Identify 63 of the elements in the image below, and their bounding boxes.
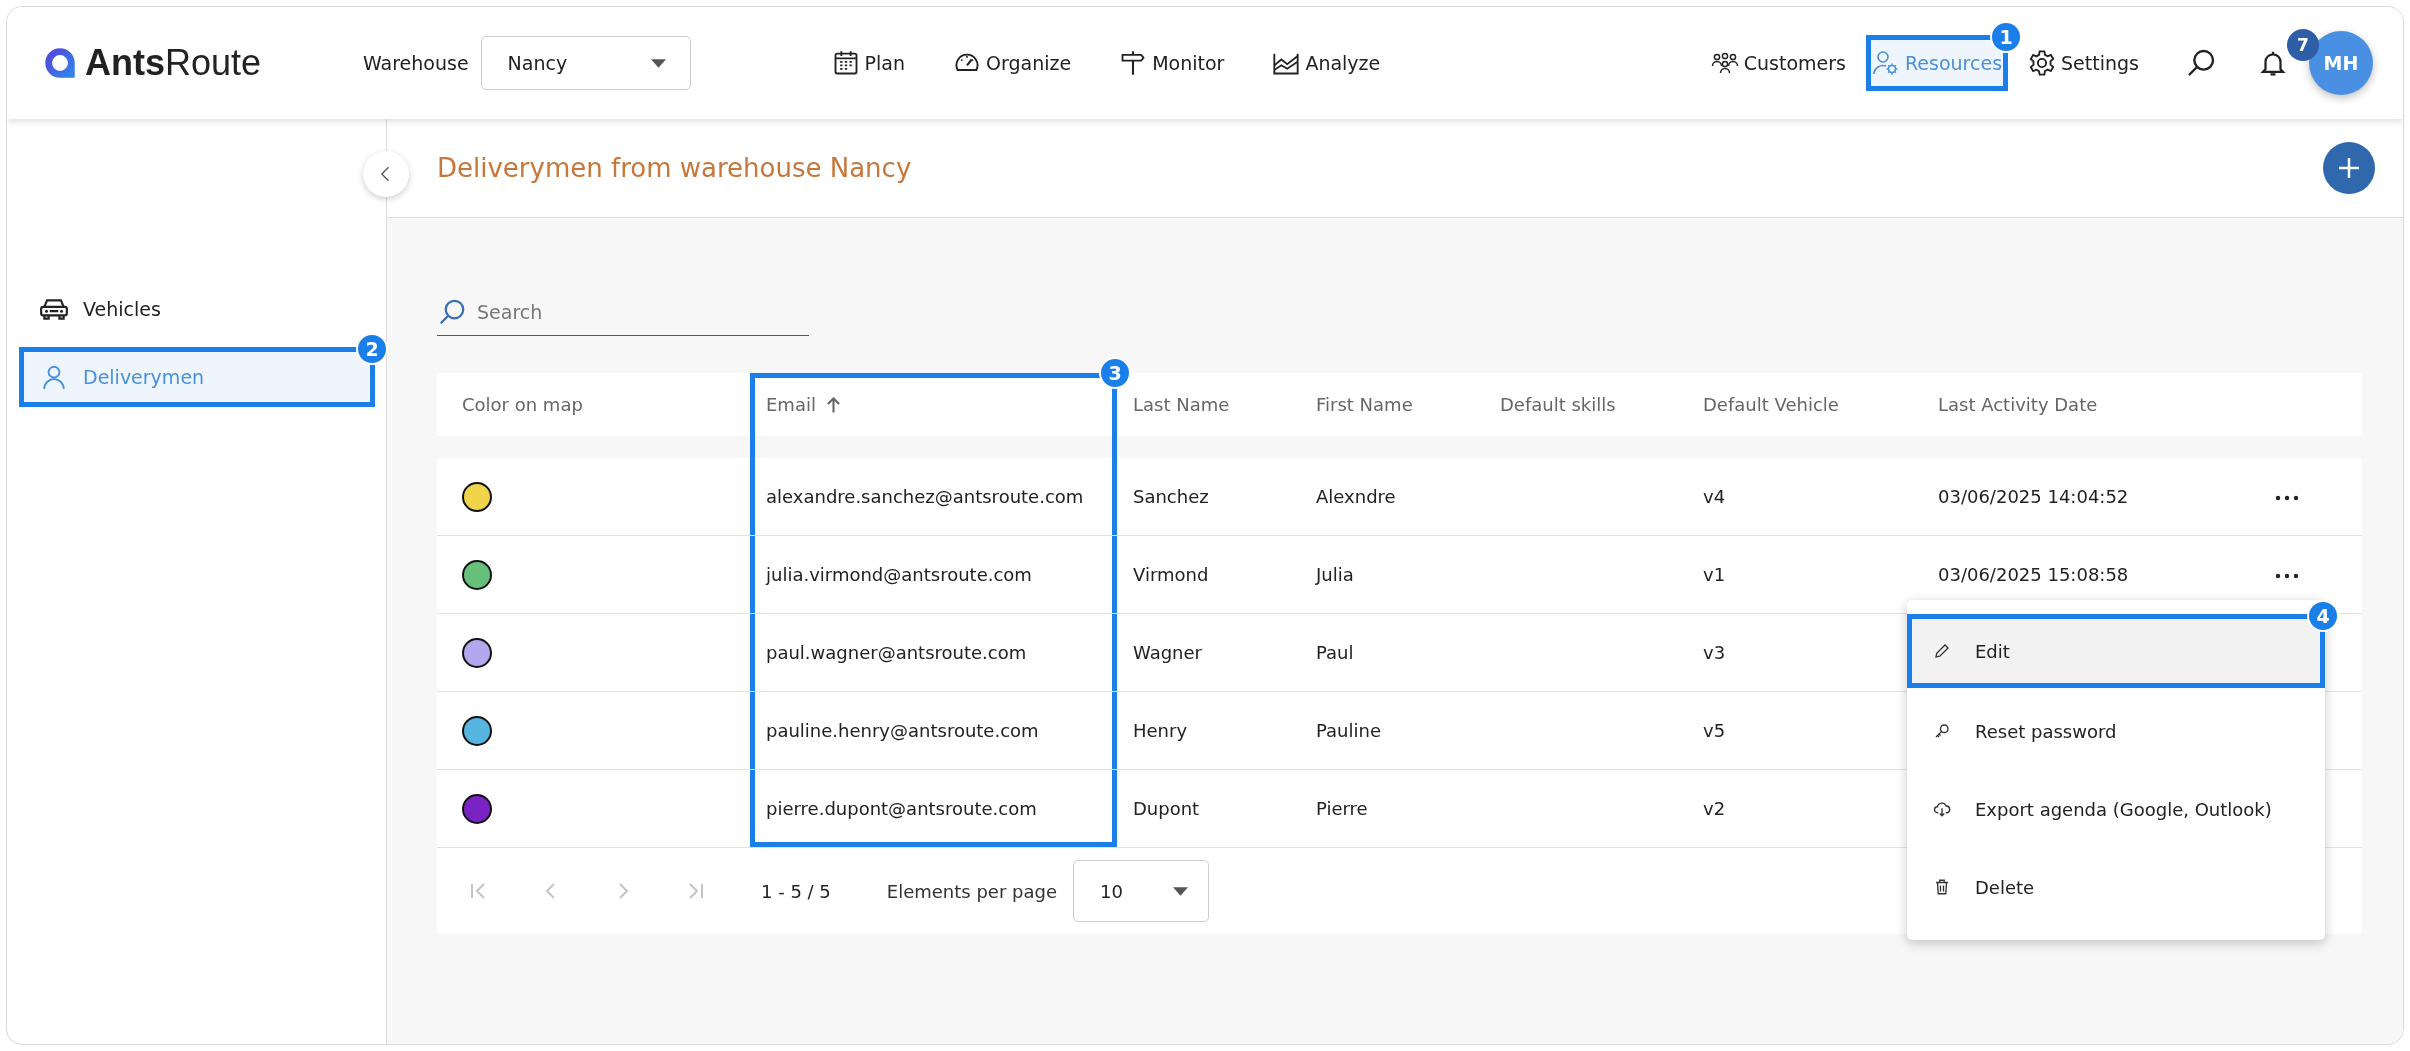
user-gear-icon (1872, 49, 1900, 77)
pencil-icon (1933, 642, 1951, 660)
page-title: Deliverymen from warehouse Nancy (437, 153, 912, 183)
table-cell: Dupont (1133, 798, 1200, 819)
search-field[interactable]: Search (437, 288, 809, 336)
table-cell: Julia (1316, 564, 1354, 585)
key-icon (1933, 722, 1951, 740)
warehouse-dropdown[interactable]: Nancy (480, 36, 691, 90)
nav-link[interactable]: Settings (2022, 35, 2145, 91)
notification-count: 7 (2287, 29, 2319, 61)
table-cell: pierre.dupont@antsroute.com (766, 798, 1037, 819)
menu-item[interactable]: Reset password (1907, 692, 2325, 770)
more-icon (2275, 495, 2299, 501)
table-cell: Pauline (1316, 720, 1381, 741)
column-header[interactable]: Color on map (437, 373, 750, 436)
caret-icon (650, 58, 666, 68)
column-header[interactable]: Default skills (1484, 373, 1687, 436)
table-cell: Henry (1133, 720, 1188, 741)
menu-item[interactable]: Export agenda (Google, Outlook) (1907, 770, 2325, 848)
nav-link[interactable]: Customers (1704, 35, 1852, 91)
table-cell: pauline.henry@antsroute.com (766, 720, 1039, 741)
per-page-label: Elements per page (886, 880, 1057, 902)
settings-icon (2028, 49, 2057, 77)
search-icon (437, 297, 467, 327)
table-cell: paul.wagner@antsroute.com (766, 642, 1027, 663)
warehouse-label: Warehouse (363, 52, 469, 74)
page-range: 1 - 5 / 5 (761, 880, 831, 902)
table-cell: v5 (1703, 720, 1726, 741)
table-cell: alexandre.sanchez@antsroute.com (766, 486, 1084, 507)
table-cell: Pierre (1316, 798, 1368, 819)
callout-badge: 1 (1990, 21, 2023, 53)
logo-text: AntsRoute (85, 42, 262, 84)
trash-icon (1933, 878, 1951, 896)
car-icon (39, 296, 69, 322)
table-cell: v2 (1703, 798, 1726, 819)
table-cell: julia.virmond@antsroute.com (766, 564, 1032, 585)
table-cell: v4 (1703, 486, 1726, 507)
menu-item[interactable]: Delete (1907, 848, 2325, 926)
nav-link[interactable]: Plan (825, 35, 912, 91)
table-cell: Wagner (1133, 642, 1202, 663)
nav-link[interactable]: Monitor (1113, 35, 1231, 91)
add-button[interactable] (2323, 142, 2375, 194)
table-row[interactable]: alexandre.sanchez@antsroute.com Sanchez Alexndre v4 03/06/2025 14:04:52 (437, 458, 2362, 536)
table-cell: 03/06/2025 14:04:52 (1938, 486, 2129, 507)
cloud-download-icon (1933, 800, 1951, 818)
callout-badge: 3 (1099, 357, 1131, 389)
table-cell: Paul (1316, 642, 1354, 663)
table-cell: Alexndre (1316, 486, 1396, 507)
table-cell: v1 (1703, 564, 1726, 585)
table-cell: Virmond (1133, 564, 1209, 585)
column-header[interactable]: Last Activity Date (1922, 373, 2237, 436)
table-cell: 03/06/2025 15:08:58 (1938, 564, 2129, 585)
nav-link[interactable]: Analyze (1266, 35, 1387, 91)
nav-link[interactable]: Organize (947, 35, 1078, 91)
per-page-dropdown[interactable]: 10 (1073, 860, 1209, 922)
column-header[interactable]: First Name (1300, 373, 1484, 436)
caret-icon (1173, 886, 1188, 896)
column-header[interactable]: Default Vehicle (1687, 373, 1922, 436)
logo-icon (43, 46, 77, 80)
callout-badge: 2 (356, 333, 388, 365)
more-icon (2275, 573, 2299, 579)
table-cell: v3 (1703, 642, 1726, 663)
table-cell: Sanchez (1133, 486, 1209, 507)
